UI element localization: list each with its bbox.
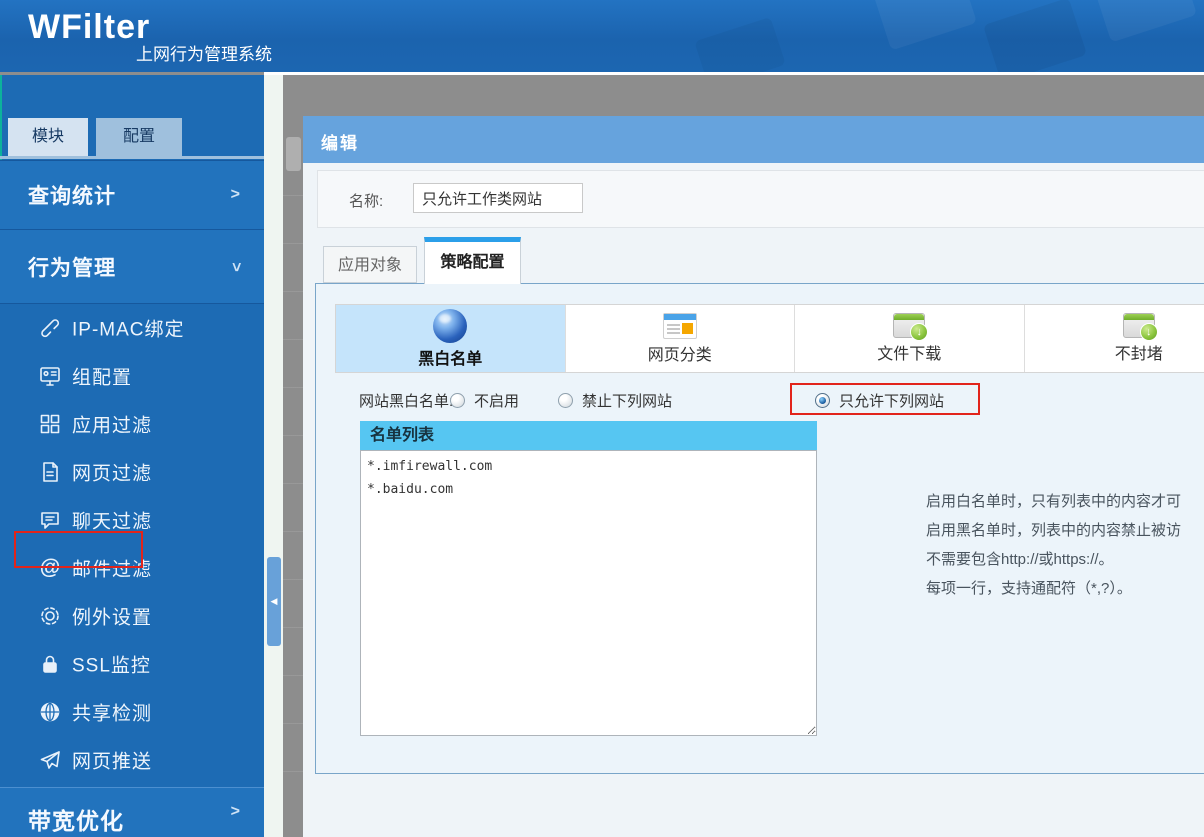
sidebar-item-label: SSL监控 (72, 651, 151, 678)
radio-circle (558, 393, 573, 408)
chevron-right-icon: > (231, 186, 240, 204)
help-line: 启用白名单时，只有列表中的内容才可 (926, 487, 1204, 516)
webpage-category-icon (663, 313, 697, 339)
wfilter-app: WFilter 上网行为管理系统 模块 配置 查询统计 > 行为管理 > IP-… (0, 0, 1204, 837)
sidebar-tabbar-strip (0, 156, 264, 159)
radio-circle (450, 393, 465, 408)
policy-tab-no-block[interactable]: ↓ 不封堵 (1025, 305, 1204, 372)
blackwhite-radio-row: 网站黑白名单: 不启用 禁止下列网站 只允许下列网站 (316, 384, 1204, 415)
policy-tab-file-download[interactable]: ↓ 文件下载 (795, 305, 1025, 372)
link-icon (38, 316, 62, 340)
banner-decoration (983, 0, 1087, 72)
policy-panel: 黑白名单 网页分类 ↓ 文件下载 (315, 283, 1204, 774)
name-input[interactable] (413, 183, 583, 213)
paper-plane-icon (38, 748, 62, 772)
apps-grid-icon (38, 412, 62, 436)
sidebar-item-label: 聊天过滤 (72, 507, 152, 534)
radio-allow-only-listed[interactable]: 只允许下列网站 (815, 390, 944, 411)
sidebar-tab-modules[interactable]: 模块 (8, 118, 88, 156)
app-logo: WFilter (28, 8, 150, 47)
help-text: 启用白名单时，只有列表中的内容才可 启用黑名单时，列表中的内容禁止被访 不需要包… (926, 487, 1204, 603)
collapse-arrow-icon: ◀ (271, 596, 278, 607)
dialog-titlebar[interactable]: 编辑 (303, 116, 1204, 163)
sidebar: 模块 配置 查询统计 > 行为管理 > IP-MAC绑定 组配置 (0, 75, 264, 837)
sidebar-item-label: 应用过滤 (72, 411, 152, 438)
underlying-page-icon (286, 137, 301, 171)
sidebar-item-label: 共享检测 (72, 699, 152, 726)
banner-decoration (694, 17, 786, 72)
sidebar-item-share-detection[interactable]: 共享检测 (0, 688, 264, 736)
sidebar-item-web-push[interactable]: 网页推送 (0, 736, 264, 784)
sidebar-item-app-filter[interactable]: 应用过滤 (0, 400, 264, 448)
dialog-title: 编辑 (321, 129, 359, 154)
no-block-icon: ↓ (1123, 313, 1155, 338)
sidebar-collapse-handle[interactable]: ◀ (267, 557, 281, 646)
chevron-down-icon: > (226, 262, 244, 271)
webpage-filter-icon (38, 460, 62, 484)
share-globe-icon (38, 700, 62, 724)
sidebar-item-label: 例外设置 (72, 603, 152, 630)
group-monitor-icon (38, 364, 62, 388)
radio-label: 禁止下列网站 (582, 390, 672, 411)
sidebar-tab-config[interactable]: 配置 (96, 118, 182, 156)
name-label: 名称: (349, 190, 383, 211)
section-label: 带宽优化 (28, 802, 124, 836)
sidebar-item-chat-filter[interactable]: 聊天过滤 (0, 496, 264, 544)
file-download-icon: ↓ (893, 313, 925, 338)
policy-tab-label: 黑白名单 (418, 345, 482, 369)
globe-icon (433, 309, 467, 343)
policy-tab-label: 网页分类 (648, 341, 712, 365)
tab-policy-config[interactable]: 策略配置 (424, 237, 521, 284)
sidebar-item-web-filter[interactable]: 网页过滤 (0, 448, 264, 496)
section-label: 行为管理 (28, 252, 116, 282)
sidebar-section-query-stats[interactable]: 查询统计 > (0, 160, 264, 229)
at-icon: @ (38, 556, 62, 580)
list-header: 名单列表 (360, 421, 817, 450)
sidebar-section-behavior-mgmt[interactable]: 行为管理 > (0, 229, 264, 304)
help-line: 启用黑名单时，列表中的内容禁止被访 (926, 516, 1204, 545)
policy-type-row: 黑白名单 网页分类 ↓ 文件下载 (335, 304, 1204, 373)
chat-bubble-icon (38, 508, 62, 532)
sidebar-item-group-config[interactable]: 组配置 (0, 352, 264, 400)
edit-dialog: 编辑 名称: 应用对象 策略配置 黑白名单 网页分类 (303, 116, 1204, 837)
sidebar-item-label: 组配置 (72, 363, 132, 390)
policy-tab-label: 文件下载 (877, 340, 941, 364)
policy-tab-web-category[interactable]: 网页分类 (566, 305, 796, 372)
banner-decoration (1093, 0, 1197, 42)
radio-disable[interactable]: 不启用 (450, 390, 519, 411)
sidebar-section-bandwidth[interactable]: 带宽优化 > (0, 787, 264, 837)
sidebar-rail: ◀ (264, 75, 283, 837)
top-banner: WFilter 上网行为管理系统 (0, 0, 1204, 72)
sidebar-tabbar: 模块 配置 (0, 118, 264, 159)
download-arrow-icon: ↓ (1140, 323, 1158, 341)
app-subtitle: 上网行为管理系统 (136, 40, 272, 65)
site-list-textarea[interactable]: *.imfirewall.com *.baidu.com (360, 450, 817, 736)
lock-icon (38, 652, 62, 676)
sidebar-item-label: IP-MAC绑定 (72, 315, 185, 342)
radio-block-listed[interactable]: 禁止下列网站 (558, 390, 672, 411)
underlying-table-edge (283, 195, 303, 795)
policy-tab-label: 不封堵 (1115, 340, 1163, 364)
radio-label: 不启用 (474, 390, 519, 411)
download-arrow-icon: ↓ (910, 323, 928, 341)
gear-icon (38, 604, 62, 628)
radio-group-label: 网站黑白名单: (359, 390, 453, 411)
policy-tab-blackwhite-list[interactable]: 黑白名单 (336, 305, 566, 372)
help-line: 每项一行，支持通配符（*,?）。 (926, 574, 1204, 603)
sidebar-item-label: 网页推送 (72, 747, 152, 774)
sidebar-item-ip-mac-binding[interactable]: IP-MAC绑定 (0, 304, 264, 352)
tab-apply-objects[interactable]: 应用对象 (323, 246, 417, 283)
section-label: 查询统计 (28, 180, 116, 210)
sidebar-item-exception-settings[interactable]: 例外设置 (0, 592, 264, 640)
chevron-right-icon: > (231, 803, 240, 821)
name-group: 名称: (317, 170, 1204, 228)
sidebar-item-label: 网页过滤 (72, 459, 152, 486)
radio-label: 只允许下列网站 (839, 390, 944, 411)
sidebar-item-mail-filter[interactable]: @ 邮件过滤 (0, 544, 264, 592)
radio-circle (815, 393, 830, 408)
help-line: 不需要包含http://或https://。 (926, 545, 1204, 574)
banner-decoration (873, 0, 977, 50)
sidebar-item-label: 邮件过滤 (72, 555, 152, 582)
sidebar-item-ssl-monitor[interactable]: SSL监控 (0, 640, 264, 688)
